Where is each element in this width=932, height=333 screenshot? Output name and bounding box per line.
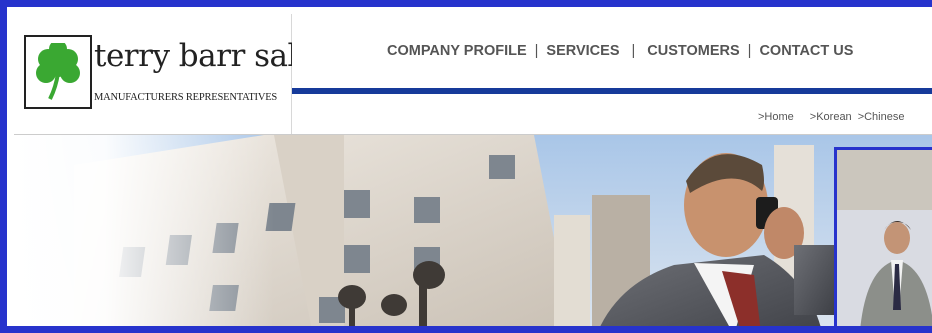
nav-customers[interactable]: CUSTOMERS xyxy=(647,43,739,59)
link-korean[interactable]: >Korean xyxy=(810,111,852,123)
banner-fade xyxy=(14,135,274,326)
person-photo xyxy=(837,150,932,326)
nav-separator: | xyxy=(534,43,539,59)
language-links: >Home >Korean >Chinese xyxy=(758,111,912,123)
nav-services[interactable]: SERVICES xyxy=(546,43,619,59)
main-nav: COMPANY PROFILE | SERVICES | CUSTOMERS | CONTA… xyxy=(387,43,853,59)
link-home[interactable]: >Home xyxy=(758,111,794,123)
nav-company-profile[interactable]: COMPANY PROFILE xyxy=(387,43,527,59)
header-nav-area: COMPANY PROFILE | SERVICES | CUSTOMERS | CONTA… xyxy=(292,14,932,134)
nav-contact-us[interactable]: CONTACT US xyxy=(759,43,853,59)
brand-tagline: MANUFACTURERS REPRESENTATIVES xyxy=(94,92,278,103)
inset-photo xyxy=(834,147,932,326)
link-chinese[interactable]: >Chinese xyxy=(858,111,905,123)
logo-box xyxy=(24,35,92,109)
hero-banner xyxy=(14,134,932,326)
shamrock-icon xyxy=(36,43,80,100)
page-frame: terry barr sales MANUFACTURERS REPRESENT… xyxy=(0,0,932,333)
nav-separator: | xyxy=(747,43,752,59)
header-logo-area[interactable]: terry barr sales MANUFACTURERS REPRESENT… xyxy=(14,14,331,134)
header-blue-rule xyxy=(292,88,932,94)
nav-separator: | xyxy=(631,43,636,59)
